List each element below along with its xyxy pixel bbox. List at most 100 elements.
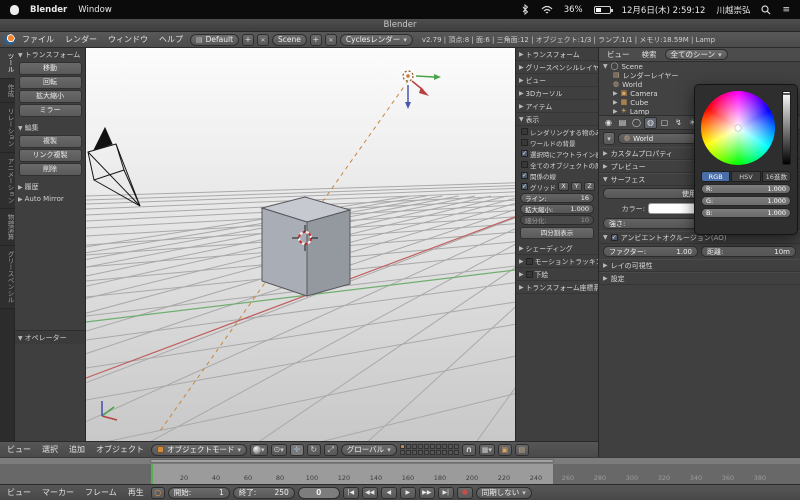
panel-header-motion-tracking[interactable]: モーショントラッキング — [516, 255, 598, 268]
pivot-point-selector[interactable] — [270, 443, 287, 456]
mode-selector[interactable]: オブジェクトモード — [151, 443, 248, 456]
check-all-object-origins[interactable]: 全てのオブジェクトの原点 — [516, 159, 598, 170]
grid-scale-field[interactable]: 拡大縮小: 1.000 — [520, 204, 594, 214]
tab-grease-pencil[interactable]: グリースペンシル — [0, 246, 15, 309]
manipulator-translate-toggle[interactable] — [289, 443, 304, 456]
expand-arrow-icon[interactable] — [613, 90, 618, 97]
tab-relations[interactable]: リレーション — [0, 102, 15, 153]
tab-create[interactable]: 作成 — [0, 78, 15, 103]
check-relationship-lines[interactable]: 関係の線 — [516, 170, 598, 181]
grid-axis-y-toggle[interactable]: Y — [571, 182, 582, 191]
tab-physics[interactable]: 物理演算 — [0, 209, 15, 246]
outliner-view-menu[interactable]: ビュー — [603, 49, 634, 60]
ao-factor-field[interactable]: ファクター: 1.00 — [603, 246, 698, 257]
menubar-clock[interactable]: 12月6日(木) 2:59:12 — [622, 4, 706, 16]
panel-header-edit[interactable]: 編集 — [15, 121, 85, 134]
layout-delete-button[interactable] — [257, 33, 270, 46]
color-wheel[interactable] — [701, 91, 775, 165]
menubar-app-name[interactable]: Blender — [30, 5, 67, 15]
grid-axis-z-toggle[interactable]: Z — [584, 182, 595, 191]
tab-hex[interactable]: 16進数 — [761, 171, 791, 182]
end-frame-field[interactable]: 終了: 250 — [232, 486, 295, 499]
next-keyframe-button[interactable]: ▶▶ — [418, 486, 435, 499]
viewport-shading-selector[interactable] — [250, 443, 268, 456]
menu-file[interactable]: ファイル — [18, 34, 58, 45]
viewport-select-menu[interactable]: 選択 — [38, 444, 62, 455]
expand-arrow-icon[interactable] — [603, 63, 608, 70]
transform-orientation-selector[interactable]: グローバル — [340, 443, 397, 456]
menu-render[interactable]: レンダー — [61, 34, 101, 45]
manipulator-rotate-toggle[interactable] — [306, 443, 321, 456]
screen-layout-selector[interactable]: Default — [190, 33, 240, 46]
panel-header-background-images[interactable]: 下絵 — [516, 268, 598, 281]
panel-header-view[interactable]: ビュー — [516, 74, 598, 87]
ao-distance-field[interactable]: 距離: 10m — [701, 246, 796, 257]
layout-add-button[interactable] — [242, 33, 255, 46]
notification-center-icon[interactable]: ≡ — [782, 5, 790, 15]
panel-header-history[interactable]: 履歴 — [15, 180, 85, 193]
current-frame-playhead[interactable] — [151, 464, 153, 484]
timeline-view-menu[interactable]: ビュー — [3, 487, 35, 498]
grid-axis-x-toggle[interactable]: X — [558, 182, 569, 191]
slider-g[interactable]: G: 1.000 — [701, 196, 791, 206]
tab-tools[interactable]: ツール — [0, 48, 15, 79]
world-tab-icon[interactable]: ◍ — [644, 116, 657, 129]
constraints-tab-icon[interactable]: ↯ — [672, 117, 685, 129]
expand-arrow-icon[interactable] — [613, 108, 618, 115]
start-frame-field[interactable]: 開始: 1 — [167, 486, 230, 499]
apple-logo-icon[interactable] — [10, 4, 19, 15]
panel-header-transform[interactable]: トランスフォーム — [15, 48, 85, 61]
render-opengl-button[interactable] — [497, 443, 512, 456]
menu-help[interactable]: ヘルプ — [155, 34, 187, 45]
window-titlebar[interactable]: Blender — [0, 19, 800, 32]
viewport-3d[interactable] — [86, 48, 515, 441]
check-outline-selected[interactable]: 選択時にアウトライン表示 — [516, 148, 598, 159]
viewport-add-menu[interactable]: 追加 — [65, 444, 89, 455]
snap-element-selector[interactable] — [478, 443, 495, 456]
blender-logo-icon[interactable] — [4, 34, 15, 45]
ao-checkbox[interactable] — [610, 234, 618, 241]
layer-1[interactable] — [399, 444, 405, 449]
delete-button[interactable]: 削除 — [18, 163, 82, 176]
record-button[interactable] — [456, 486, 473, 499]
panel-header-shading[interactable]: シェーディング — [516, 242, 598, 255]
manipulator-scale-toggle[interactable] — [323, 443, 338, 456]
previous-keyframe-button[interactable]: ◀◀ — [361, 486, 378, 499]
battery-icon[interactable] — [593, 5, 613, 14]
move-button[interactable]: 移動 — [18, 62, 82, 75]
expand-arrow-icon[interactable] — [613, 99, 618, 106]
value-slider[interactable] — [782, 91, 791, 165]
world-browse-button[interactable] — [603, 132, 615, 145]
tab-hsv[interactable]: HSV — [731, 171, 761, 182]
scene-tab-icon[interactable]: ◯ — [630, 117, 643, 129]
render-opengl-anim-button[interactable] — [514, 443, 529, 456]
slider-r[interactable]: R: 1.000 — [701, 184, 791, 194]
grid-lines-field[interactable]: ライン: 16 — [520, 193, 594, 203]
tab-rgb[interactable]: RGB — [701, 171, 731, 182]
panel-header-3d-cursor[interactable]: 3Dカーソル — [516, 87, 598, 100]
panel-header-transform-orientations[interactable]: トランスフォーム座標系 — [516, 281, 598, 294]
menubar-user[interactable]: 川越崇弘 — [716, 4, 750, 16]
timeline-frame-menu[interactable]: フレーム — [81, 487, 121, 498]
panel-header-ray-visibility[interactable]: レイの可視性 — [599, 259, 800, 272]
current-frame-field[interactable]: 0 — [297, 486, 340, 499]
mirror-button[interactable]: ミラー — [18, 104, 82, 117]
outliner-filter-dropdown[interactable]: 全てのシーン — [664, 49, 728, 60]
spotlight-search-icon[interactable] — [761, 4, 771, 15]
play-button[interactable]: ▶ — [399, 486, 416, 499]
toggle-quad-view-button[interactable]: 四分割表示 — [520, 227, 594, 239]
timeline-marker-menu[interactable]: マーカー — [38, 487, 78, 498]
scene-add-button[interactable] — [309, 33, 322, 46]
check-world-background[interactable]: ワールドの背景 — [516, 137, 598, 148]
scene-selector[interactable]: Scene — [272, 33, 307, 46]
slider-b[interactable]: B: 1.000 — [701, 208, 791, 218]
timeline-ruler[interactable]: 20 40 60 80 100 120 140 160 180 200 220 240 260 280 30… — [0, 457, 800, 484]
layer-visibility-widget[interactable] — [399, 444, 459, 455]
viewport-object-menu[interactable]: オブジェクト — [92, 444, 148, 455]
check-only-render[interactable]: レンダリングする物のみ — [516, 126, 598, 137]
menubar-window-menu[interactable]: Window — [78, 5, 112, 15]
scale-button[interactable]: 拡大縮小 — [18, 90, 82, 103]
render-tab-icon[interactable]: ◉ — [602, 117, 615, 129]
render-layers-tab-icon[interactable]: ▤ — [616, 117, 629, 129]
panel-header-operator[interactable]: オペレーター — [15, 330, 85, 344]
